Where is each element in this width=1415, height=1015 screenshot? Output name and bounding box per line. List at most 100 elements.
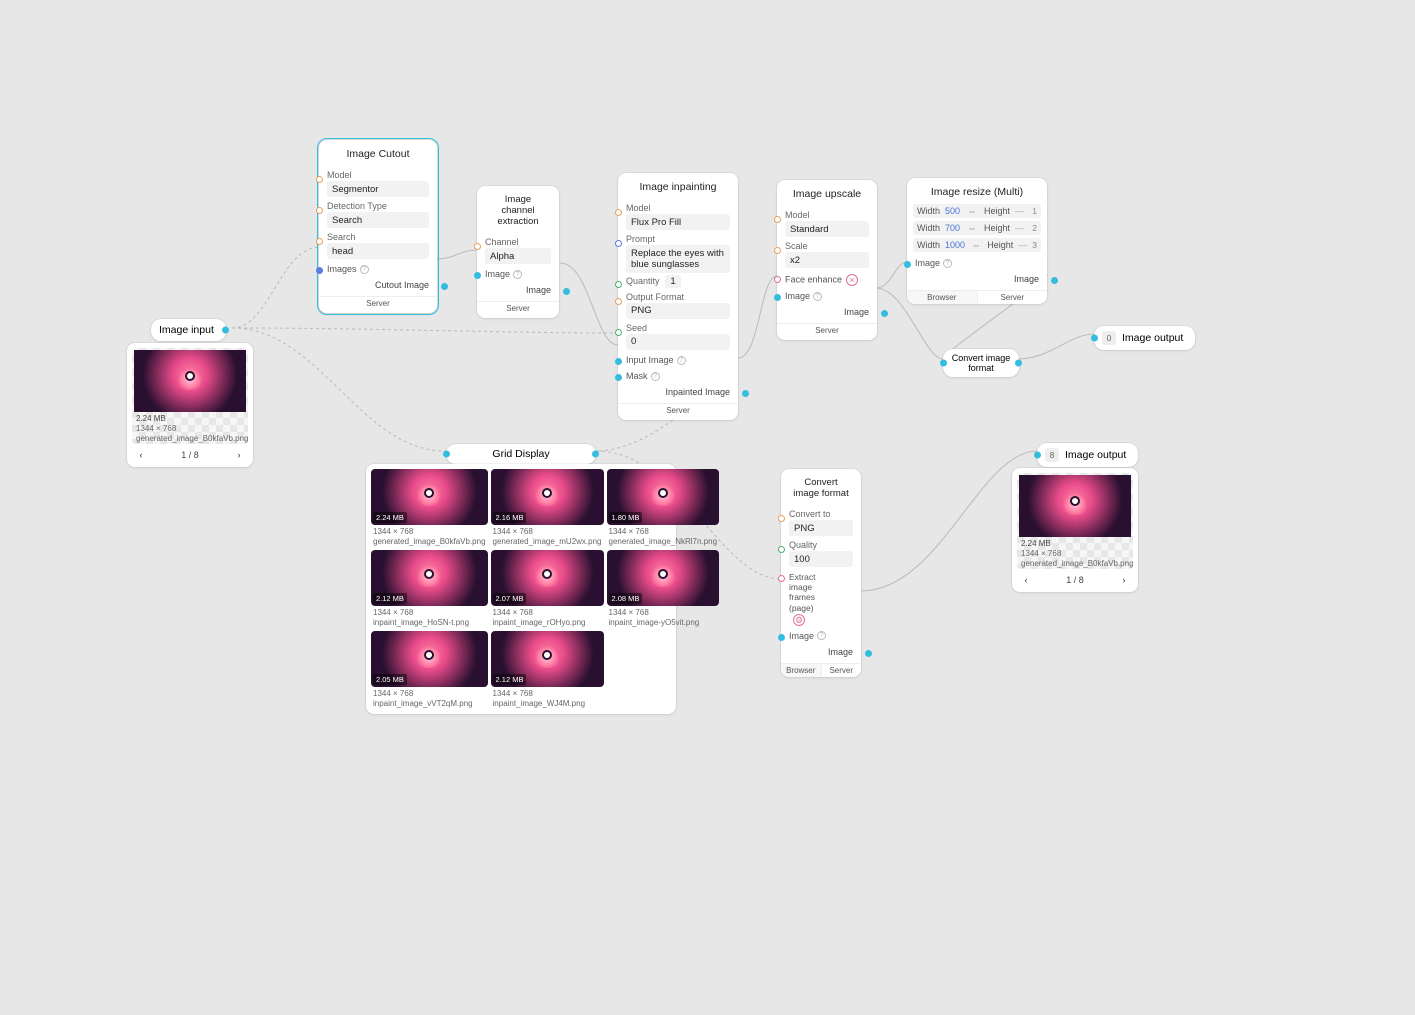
input-port[interactable] (1091, 335, 1098, 342)
preview-thumbnail[interactable] (1019, 475, 1131, 537)
input-port-image[interactable] (474, 272, 481, 279)
input-port[interactable] (316, 238, 323, 245)
node-grid-display[interactable]: Grid Display (446, 444, 596, 464)
node-image-inpainting[interactable]: Image inpainting ModelFlux Pro Fill Prom… (618, 173, 738, 420)
help-icon[interactable]: ? (360, 265, 369, 274)
node-convert-format-1[interactable]: Convert image format (943, 349, 1019, 377)
help-icon[interactable]: ? (943, 259, 952, 268)
grid-thumbnail[interactable]: 2.12 MB (371, 550, 488, 606)
input-port[interactable] (316, 176, 323, 183)
output-port[interactable] (881, 310, 888, 317)
output-port[interactable] (1015, 360, 1022, 367)
close-icon[interactable]: × (846, 274, 858, 286)
settings-icon[interactable]: ⚙ (793, 614, 805, 626)
help-icon[interactable]: ? (677, 356, 686, 365)
help-icon[interactable]: ? (513, 270, 522, 279)
output-port[interactable] (222, 327, 229, 334)
input-port[interactable] (774, 247, 781, 254)
grid-item[interactable]: 2.12 MB1344 × 768inpaint_image_WJ4M.png (491, 631, 604, 709)
input-port[interactable] (443, 451, 450, 458)
node-image-resize-multi[interactable]: Image resize (Multi) Width500⇔Height—1Wi… (907, 178, 1047, 304)
output-port[interactable] (592, 451, 599, 458)
input-port[interactable] (474, 243, 481, 250)
grid-thumbnail[interactable]: 2.16 MB (491, 469, 604, 525)
grid-item[interactable]: 1.80 MB1344 × 768generated_image_NkRl7n.… (607, 469, 720, 547)
node-image-output-2[interactable]: 8 Image output (1037, 443, 1138, 467)
resize-row[interactable]: Width700⇔Height—2 (913, 221, 1041, 235)
file-dims: 1344 × 768 (136, 424, 244, 434)
input-port[interactable] (615, 298, 622, 305)
input-port-input-image[interactable] (615, 358, 622, 365)
compute-location: Server (618, 403, 738, 416)
file-dims: 1344 × 768 (1021, 549, 1129, 559)
grid-item[interactable]: 2.16 MB1344 × 768generated_image_mU2wx.p… (491, 469, 604, 547)
grid-thumbnail[interactable]: 2.05 MB (371, 631, 488, 687)
next-button[interactable]: › (232, 448, 246, 462)
input-port[interactable] (774, 216, 781, 223)
grid-thumbnail[interactable]: 2.12 MB (491, 631, 604, 687)
input-port[interactable] (778, 575, 785, 582)
node-image-input[interactable]: Image input (151, 319, 226, 341)
file-name: generated_image_B0kfaVb.png (1021, 559, 1129, 569)
input-port[interactable] (1034, 452, 1041, 459)
node-image-upscale[interactable]: Image upscale ModelStandard Scalex2 Face… (777, 180, 877, 340)
node-title: Image output (1065, 449, 1126, 461)
input-port[interactable] (774, 276, 781, 283)
node-title: Convert image format (781, 477, 861, 505)
output-port[interactable] (441, 283, 448, 290)
link-icon[interactable]: ⇔ (965, 206, 979, 216)
node-title: Image Cutout (319, 148, 437, 166)
compute-location: Server (319, 296, 437, 309)
prev-button[interactable]: ‹ (134, 448, 148, 462)
resize-row[interactable]: Width500⇔Height—1 (913, 204, 1041, 218)
grid-display-panel: 2.24 MB1344 × 768generated_image_B0kfaVb… (366, 464, 676, 714)
link-icon[interactable]: ⇔ (965, 223, 979, 233)
help-icon[interactable]: ? (817, 631, 826, 640)
file-size: 2.24 MB (1021, 539, 1129, 549)
input-port[interactable] (615, 281, 622, 288)
help-icon[interactable]: ? (651, 372, 660, 381)
node-convert-format-2[interactable]: Convert image format Convert toPNG Quali… (781, 469, 861, 677)
output-count-badge: 8 (1045, 448, 1059, 462)
input-port[interactable] (316, 207, 323, 214)
node-title: Convert image format (950, 353, 1012, 373)
grid-item[interactable]: 2.05 MB1344 × 768inpaint_image_vVT2qM.pn… (371, 631, 488, 709)
input-port-image[interactable] (904, 261, 911, 268)
grid-thumbnail[interactable]: 2.08 MB (607, 550, 720, 606)
next-button[interactable]: › (1117, 573, 1131, 587)
grid-thumbnail[interactable]: 1.80 MB (607, 469, 720, 525)
input-port-images[interactable] (316, 267, 323, 274)
input-port[interactable] (615, 329, 622, 336)
file-size: 2.24 MB (136, 414, 244, 424)
grid-item[interactable]: 2.08 MB1344 × 768inpaint_image-yO5vit.pn… (607, 550, 720, 628)
preview-thumbnail[interactable] (134, 350, 246, 412)
node-image-cutout[interactable]: Image Cutout ModelSegmentor Detection Ty… (319, 140, 437, 313)
output-port[interactable] (1051, 277, 1058, 284)
input-port[interactable] (778, 546, 785, 553)
link-icon[interactable]: ⇔ (970, 240, 982, 250)
node-channel-extraction[interactable]: Image channel extraction ChannelAlpha Im… (477, 186, 559, 318)
node-image-output-1[interactable]: 0 Image output (1094, 326, 1195, 350)
compute-browser[interactable]: Browser (781, 664, 822, 677)
output-port[interactable] (865, 650, 872, 657)
input-port-mask[interactable] (615, 374, 622, 381)
compute-browser[interactable]: Browser (907, 291, 978, 304)
help-icon[interactable]: ? (813, 292, 822, 301)
grid-thumbnail[interactable]: 2.24 MB (371, 469, 488, 525)
output-port[interactable] (563, 288, 570, 295)
output-port[interactable] (742, 390, 749, 397)
input-port-image[interactable] (774, 294, 781, 301)
grid-item[interactable]: 2.24 MB1344 × 768generated_image_B0kfaVb… (371, 469, 488, 547)
grid-item[interactable]: 2.12 MB1344 × 768inpaint_image_HoSN-t.pn… (371, 550, 488, 628)
prev-button[interactable]: ‹ (1019, 573, 1033, 587)
compute-server[interactable]: Server (822, 664, 862, 677)
input-port[interactable] (615, 209, 622, 216)
input-port-image[interactable] (778, 634, 785, 641)
grid-thumbnail[interactable]: 2.07 MB (491, 550, 604, 606)
input-port[interactable] (778, 515, 785, 522)
input-port[interactable] (940, 360, 947, 367)
grid-item[interactable]: 2.07 MB1344 × 768inpaint_image_rOHyo.png (491, 550, 604, 628)
input-port[interactable] (615, 240, 622, 247)
compute-server[interactable]: Server (978, 291, 1048, 304)
resize-row[interactable]: Width1000⇔Height—3 (913, 238, 1041, 252)
